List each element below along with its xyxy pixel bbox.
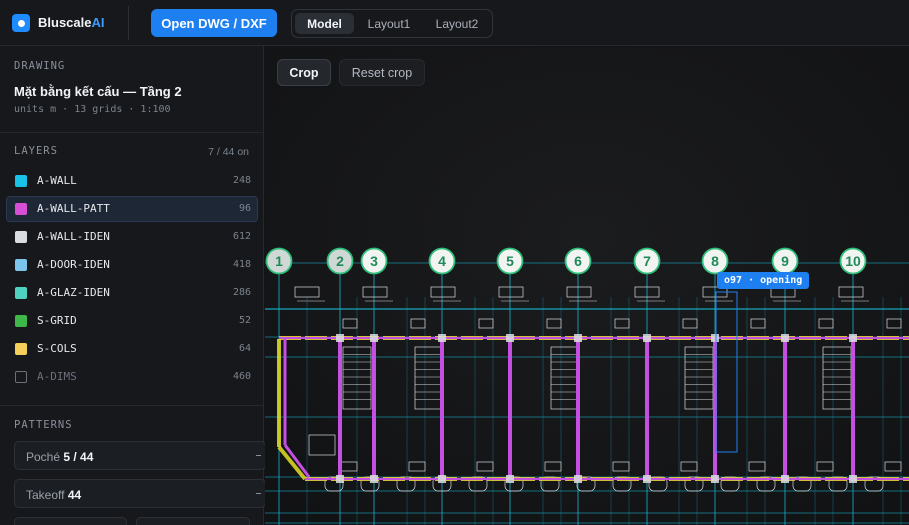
drawing-canvas[interactable]: 1 2 3 4 5 6 7 8 9 10 Crop Reset crop o97 · openin… [265, 47, 909, 525]
grid-bubble-label: 2 [336, 253, 344, 269]
grid-bubble-label: 7 [643, 253, 651, 269]
tab-model[interactable]: Model [295, 13, 354, 34]
drawing-section-title: DRAWING [14, 60, 66, 72]
layer-row[interactable]: A-GLAZ-IDEN 286 [6, 280, 258, 306]
pattern-action-button[interactable] [136, 517, 250, 525]
layer-name: S-COLS [37, 342, 77, 355]
layer-name: A-GLAZ-IDEN [37, 286, 110, 299]
layer-count: 418 [232, 259, 251, 270]
grid-bubble-label: 9 [781, 253, 789, 269]
layer-name: A-WALL [37, 174, 77, 187]
layer-swatch[interactable] [15, 231, 27, 243]
column-node [711, 334, 719, 342]
grid-bubble-label: 5 [506, 253, 514, 269]
column-node [643, 475, 651, 483]
column-node [574, 475, 582, 483]
layer-swatch[interactable] [15, 371, 27, 383]
layout-tabs: Model Layout1 Layout2 [291, 9, 493, 38]
layer-count: 248 [232, 175, 251, 186]
grid-bubble-label: 1 [275, 253, 283, 269]
crop-button[interactable]: Crop [277, 59, 331, 86]
chevron-down-icon [256, 455, 261, 456]
layer-name: S-GRID [37, 314, 77, 327]
layer-count: 286 [232, 287, 251, 298]
logo-icon [12, 14, 30, 32]
column-node [336, 334, 344, 342]
floor-plan-drawing[interactable]: 1 2 3 4 5 6 7 8 9 10 [265, 47, 909, 525]
selection-tooltip: o97 · opening [717, 272, 810, 289]
drawing-name: Mặt bằng kết cấu — Tầng 2 [14, 84, 182, 99]
top-bar: BluscaleAI Open DWG / DXF Model Layout1 … [0, 0, 909, 46]
column-node [781, 334, 789, 342]
brand: BluscaleAI [12, 14, 104, 32]
patterns-section-title: PATTERNS [14, 419, 73, 431]
layer-row[interactable]: A-WALL 248 [6, 168, 258, 194]
column-node [336, 475, 344, 483]
section-divider [0, 132, 264, 133]
layer-name: A-DOOR-IDEN [37, 258, 110, 271]
takeoff-select[interactable]: Takeoff 44 [14, 479, 266, 508]
column-node [438, 334, 446, 342]
takeoff-label: Takeoff [26, 488, 65, 502]
column-node [574, 334, 582, 342]
layer-swatch[interactable] [15, 315, 27, 327]
canvas-background [265, 47, 909, 525]
column-node [643, 334, 651, 342]
layer-swatch[interactable] [15, 203, 27, 215]
layer-row[interactable]: A-DIMS 460 [6, 364, 258, 390]
takeoff-value: 44 [67, 488, 82, 502]
grid-bubble-label: 6 [574, 253, 582, 269]
section-divider [0, 405, 264, 406]
layer-row[interactable]: S-COLS 64 [6, 336, 258, 362]
layer-row[interactable]: A-DOOR-IDEN 418 [6, 252, 258, 278]
layers-count: 7 / 44 on [208, 146, 249, 158]
reset-crop-button[interactable]: Reset crop [339, 59, 425, 86]
column-node [370, 475, 378, 483]
layer-name: A-WALL-PATT [37, 202, 110, 215]
layers-section-title: LAYERS [14, 145, 58, 157]
header-divider [128, 6, 129, 40]
column-node [711, 475, 719, 483]
layer-swatch[interactable] [15, 287, 27, 299]
column-node [506, 475, 514, 483]
brand-suffix: AI [91, 15, 105, 30]
sidebar: DRAWING Mặt bằng kết cấu — Tầng 2 units … [0, 46, 266, 525]
column-node [849, 475, 857, 483]
column-node [849, 334, 857, 342]
layer-row[interactable]: S-GRID 52 [6, 308, 258, 334]
layer-row[interactable]: A-WALL-IDEN 612 [6, 224, 258, 250]
brand-name: Bluscale [38, 15, 92, 30]
layer-swatch[interactable] [15, 259, 27, 271]
grid-bubble-label: 3 [370, 253, 378, 269]
layer-count: 460 [232, 371, 251, 382]
layer-count: 612 [232, 231, 251, 242]
column-node [781, 475, 789, 483]
drawing-meta: units m · 13 grids · 1:100 [14, 104, 171, 115]
tab-layout1[interactable]: Layout1 [356, 13, 422, 34]
open-dwg-button[interactable]: Open DWG / DXF [151, 9, 277, 37]
layer-swatch[interactable] [15, 343, 27, 355]
layer-row[interactable]: A-WALL-PATT 96 [6, 196, 258, 222]
layer-name: A-DIMS [37, 370, 77, 383]
grid-bubble-label: 4 [438, 253, 446, 269]
poche-value: 5 / 44 [63, 450, 94, 464]
pattern-action-button[interactable] [14, 517, 127, 525]
layer-count: 96 [238, 203, 251, 214]
column-node [370, 334, 378, 342]
poche-label: Poché [26, 450, 61, 464]
grid-bubble-label: 10 [845, 253, 861, 269]
column-node [506, 334, 514, 342]
column-node [438, 475, 446, 483]
poche-select[interactable]: Poché 5 / 44 [14, 441, 266, 470]
layer-count: 64 [238, 343, 251, 354]
grid-bubble-label: 8 [711, 253, 719, 269]
tab-layout2[interactable]: Layout2 [424, 13, 490, 34]
layer-swatch[interactable] [15, 175, 27, 187]
layer-name: A-WALL-IDEN [37, 230, 110, 243]
layer-count: 52 [238, 315, 251, 326]
chevron-down-icon [256, 493, 261, 494]
